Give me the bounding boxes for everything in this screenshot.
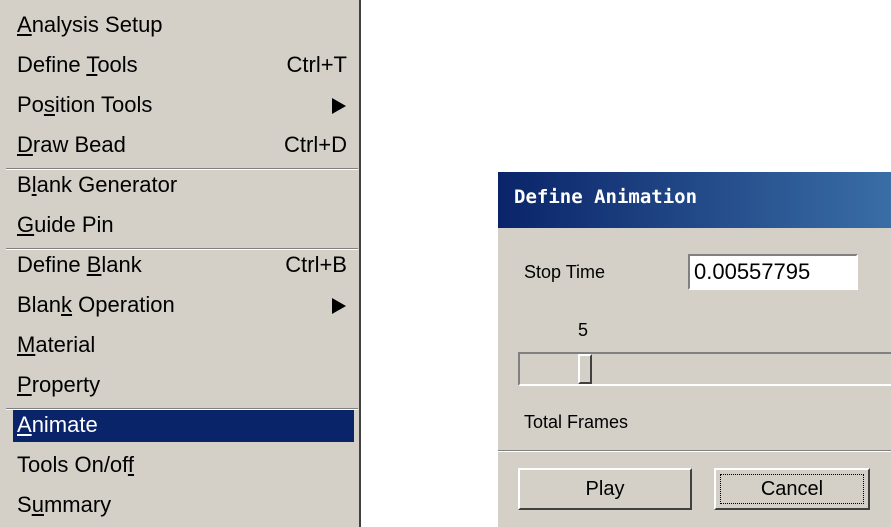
menu-item-label: Position Tools bbox=[17, 92, 153, 117]
mnemonic-underline: M bbox=[17, 332, 36, 357]
play-button-label: Play bbox=[585, 478, 625, 500]
menu-item-label: Property bbox=[17, 372, 101, 397]
frames-slider-track[interactable] bbox=[518, 352, 891, 386]
mnemonic-underline: T bbox=[86, 52, 98, 77]
menu-item-material[interactable]: Material bbox=[13, 328, 354, 362]
mnemonic-underline: u bbox=[31, 492, 44, 517]
frames-slider-thumb[interactable] bbox=[578, 354, 592, 384]
menu-item-label: Material bbox=[17, 332, 96, 357]
mnemonic-underline: A bbox=[17, 412, 32, 437]
mnemonic-underline: D bbox=[17, 132, 33, 157]
menu-item-position-tools[interactable]: Position Tools bbox=[13, 88, 354, 122]
menu-separator bbox=[6, 248, 358, 250]
menu-item-shortcut: Ctrl+D bbox=[284, 132, 347, 157]
menu-item-shortcut: Ctrl+T bbox=[286, 52, 348, 77]
menu-item-tools-on-off[interactable]: Tools On/off bbox=[13, 448, 354, 482]
stop-time-label: Stop Time bbox=[524, 262, 606, 282]
submenu-arrow-icon bbox=[332, 98, 346, 114]
menu-item-label: Blank Generator bbox=[17, 172, 178, 197]
menu-item-label: Guide Pin bbox=[17, 212, 114, 237]
mnemonic-underline: l bbox=[31, 172, 37, 197]
menu-item-label: Draw Bead bbox=[17, 132, 126, 157]
menu-item-analysis-setup[interactable]: Analysis Setup bbox=[13, 8, 354, 42]
context-menu: Analysis Setup Define Tools Ctrl+T Position… bbox=[0, 0, 361, 527]
menu-item-blank-generator[interactable]: Blank Generator bbox=[13, 168, 354, 202]
menu-item-label: Summary bbox=[17, 492, 112, 517]
dialog-title: Define Animation bbox=[514, 186, 698, 208]
menu-item-label: Define Blank bbox=[17, 252, 142, 277]
play-button[interactable]: Play bbox=[518, 468, 692, 510]
menu-item-define-tools[interactable]: Define Tools Ctrl+T bbox=[13, 48, 354, 82]
mnemonic-underline: s bbox=[43, 92, 55, 117]
dialog-separator bbox=[498, 450, 891, 452]
mnemonic-underline: B bbox=[86, 252, 102, 277]
menu-item-blank-operation[interactable]: Blank Operation bbox=[13, 288, 354, 322]
dialog-titlebar[interactable]: Define Animation bbox=[498, 172, 891, 228]
stop-time-input[interactable]: 0.00557795 bbox=[688, 254, 858, 290]
menu-item-label: Blank Operation bbox=[17, 292, 175, 317]
cancel-button[interactable]: Cancel bbox=[714, 468, 870, 510]
menu-item-shortcut: Ctrl+B bbox=[285, 252, 347, 277]
submenu-arrow-icon bbox=[332, 298, 346, 314]
menu-item-label: Define Tools bbox=[17, 52, 138, 77]
focus-rectangle bbox=[720, 474, 864, 504]
slider-value-label: 5 bbox=[578, 320, 589, 340]
menu-item-label: Tools On/off bbox=[17, 452, 135, 477]
mnemonic-underline: f bbox=[127, 452, 135, 477]
menu-separator bbox=[6, 168, 358, 170]
define-animation-dialog: Define Animation Stop Time 0.00557795 5 … bbox=[496, 170, 891, 527]
menu-item-summary[interactable]: Summary bbox=[13, 488, 354, 522]
menu-item-guide-pin[interactable]: Guide Pin bbox=[13, 208, 354, 242]
mnemonic-underline: G bbox=[17, 212, 35, 237]
mnemonic-underline: k bbox=[61, 292, 73, 317]
mnemonic-underline: P bbox=[17, 372, 32, 397]
menu-item-label: Analysis Setup bbox=[17, 12, 163, 37]
menu-item-animate[interactable]: Animate bbox=[13, 408, 354, 442]
menu-item-draw-bead[interactable]: Draw Bead Ctrl+D bbox=[13, 128, 354, 162]
mnemonic-underline: A bbox=[17, 12, 32, 37]
menu-item-define-blank[interactable]: Define Blank Ctrl+B bbox=[13, 248, 354, 282]
menu-separator bbox=[6, 408, 358, 410]
menu-item-property[interactable]: Property bbox=[13, 368, 354, 402]
total-frames-label: Total Frames bbox=[524, 412, 629, 432]
menu-item-label: Animate bbox=[17, 412, 98, 437]
